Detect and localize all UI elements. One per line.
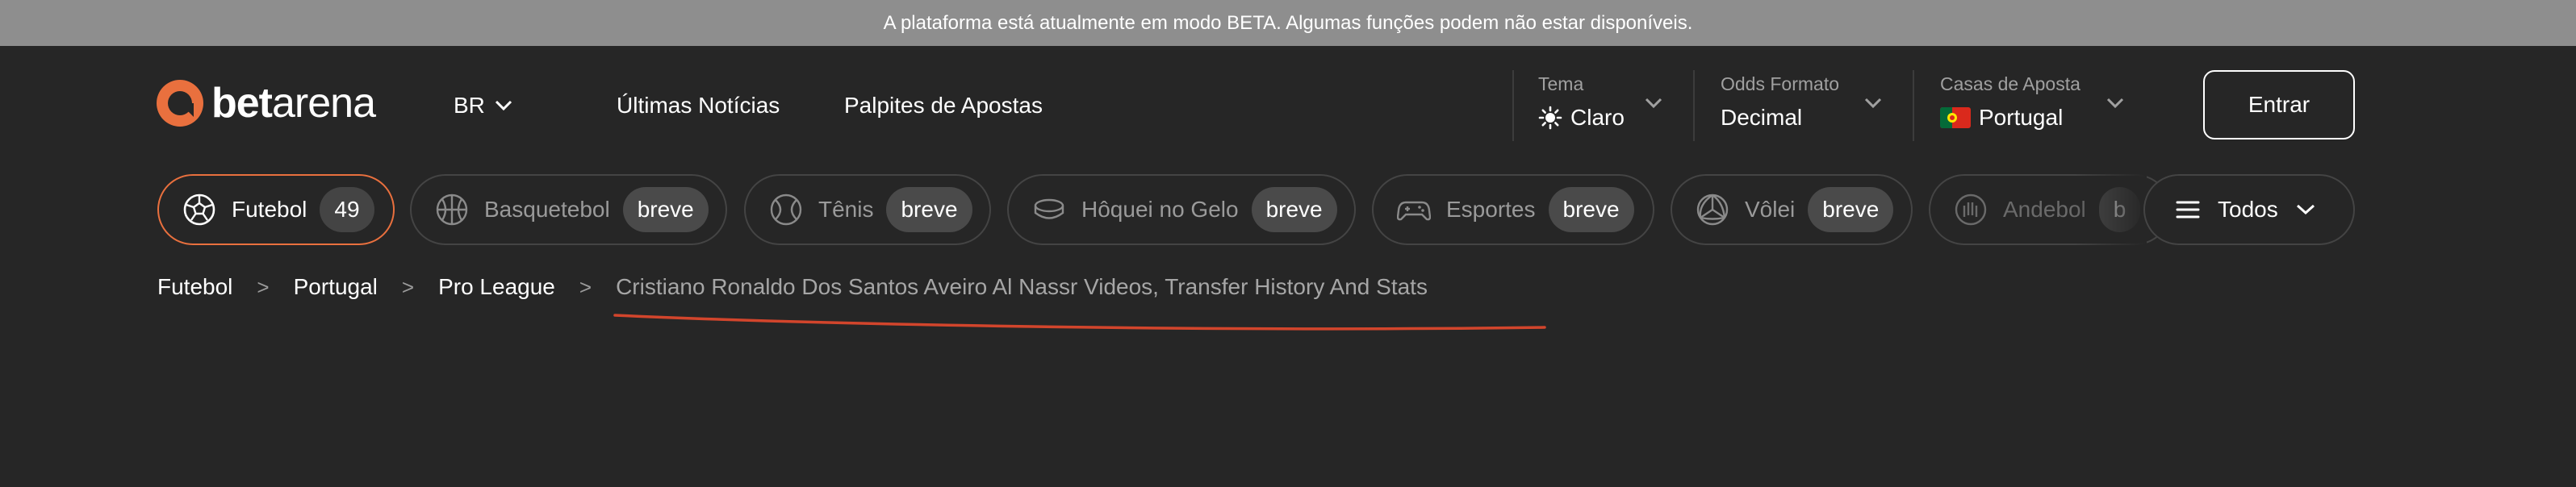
- breadcrumb-item[interactable]: Portugal: [294, 274, 378, 300]
- breadcrumb-item[interactable]: Pro League: [438, 274, 555, 300]
- coming-soon-badge: breve: [622, 187, 709, 232]
- odds-format-selector[interactable]: Odds Formato Decimal: [1721, 73, 1882, 131]
- sport-pill-futebol[interactable]: Futebol 49: [157, 174, 395, 245]
- sport-label: Basquetebol: [484, 197, 610, 222]
- breadcrumb-separator: >: [401, 274, 415, 299]
- beta-banner-text: A plataforma está atualmente em modo BET…: [883, 11, 1693, 34]
- sport-pill-tenis[interactable]: Tênis breve: [744, 174, 991, 245]
- sport-label: Andebol: [2003, 197, 2086, 222]
- chevron-down-icon: [1645, 98, 1662, 109]
- odds-format-label: Odds Formato: [1721, 73, 1839, 94]
- language-label: BR: [454, 93, 485, 118]
- coming-soon-badge: breve: [1251, 187, 1337, 232]
- sport-count-badge: 49: [320, 187, 374, 232]
- sport-label: Esportes: [1446, 197, 1536, 222]
- sport-pill-andebol[interactable]: Andebol b: [1929, 174, 2171, 245]
- coming-soon-badge: b: [2098, 187, 2141, 232]
- bookmakers-label: Casas de Aposta: [1940, 73, 2080, 94]
- volleyball-icon: [1695, 192, 1730, 227]
- menu-icon: [2176, 201, 2200, 219]
- theme-value: Claro: [1570, 105, 1625, 130]
- odds-format-value: Decimal: [1721, 105, 1803, 130]
- chevron-down-icon: [495, 100, 512, 111]
- chevron-down-icon: [2296, 204, 2315, 215]
- soccer-ball-icon: [182, 192, 217, 227]
- bookmakers-value: Portugal: [1979, 105, 2064, 130]
- coming-soon-badge: breve: [886, 187, 972, 232]
- coming-soon-badge: breve: [1548, 187, 1634, 232]
- divider: [1913, 70, 1914, 141]
- login-button[interactable]: Entrar: [2203, 70, 2355, 139]
- language-selector[interactable]: BR: [454, 93, 512, 119]
- breadcrumb-separator: >: [579, 274, 592, 299]
- breadcrumb-separator: >: [257, 274, 270, 299]
- breadcrumb: Futebol > Portugal > Pro League > Cristi…: [157, 274, 1428, 300]
- sport-pill-hoquei-no-gelo[interactable]: Hôquei no Gelo breve: [1007, 174, 1356, 245]
- sports-filter-bar: Futebol 49 Basquetebol breve Tênis breve: [0, 174, 2576, 245]
- sport-pill-esportes[interactable]: Esportes breve: [1372, 174, 1654, 245]
- hockey-puck-icon: [1031, 192, 1067, 227]
- tennis-ball-icon: [768, 192, 804, 227]
- divider: [1693, 70, 1695, 141]
- sport-label: Vôlei: [1745, 197, 1796, 222]
- coming-soon-badge: breve: [1808, 187, 1894, 232]
- breadcrumb-item[interactable]: Futebol: [157, 274, 232, 300]
- theme-selector[interactable]: Tema Claro: [1538, 73, 1667, 131]
- sport-pill-volei[interactable]: Vôlei breve: [1671, 174, 1913, 245]
- sport-label: Futebol: [232, 197, 307, 222]
- theme-label: Tema: [1538, 73, 1584, 94]
- chevron-down-icon: [1864, 98, 1882, 109]
- portugal-flag-icon: [1940, 107, 1971, 128]
- bookmakers-selector[interactable]: Casas de Aposta Portugal: [1940, 73, 2134, 131]
- all-sports-label: Todos: [2218, 197, 2278, 222]
- sun-icon: [1538, 106, 1562, 130]
- nav-betting-tips[interactable]: Palpites de Apostas: [844, 93, 1043, 119]
- sport-label: Hôquei no Gelo: [1081, 197, 1239, 222]
- nav-latest-news[interactable]: Últimas Notícias: [617, 93, 780, 119]
- sport-pill-basquetebol[interactable]: Basquetebol breve: [410, 174, 727, 245]
- logo-icon: [157, 80, 203, 127]
- sport-label: Tênis: [818, 197, 874, 222]
- logo-wordmark: betarena: [211, 80, 376, 127]
- site-header: betarena BR Últimas Notícias Palpites de…: [0, 46, 2576, 165]
- gamepad-icon: [1396, 192, 1432, 227]
- all-sports-dropdown[interactable]: Todos: [2143, 174, 2355, 245]
- basketball-icon: [434, 192, 470, 227]
- chevron-down-icon: [2106, 98, 2124, 109]
- handball-icon: [1953, 192, 1988, 227]
- breadcrumb-current: Cristiano Ronaldo Dos Santos Aveiro Al N…: [616, 274, 1428, 299]
- logo[interactable]: betarena: [157, 80, 376, 127]
- beta-banner: A plataforma está atualmente em modo BET…: [0, 0, 2576, 46]
- divider: [1512, 70, 1514, 141]
